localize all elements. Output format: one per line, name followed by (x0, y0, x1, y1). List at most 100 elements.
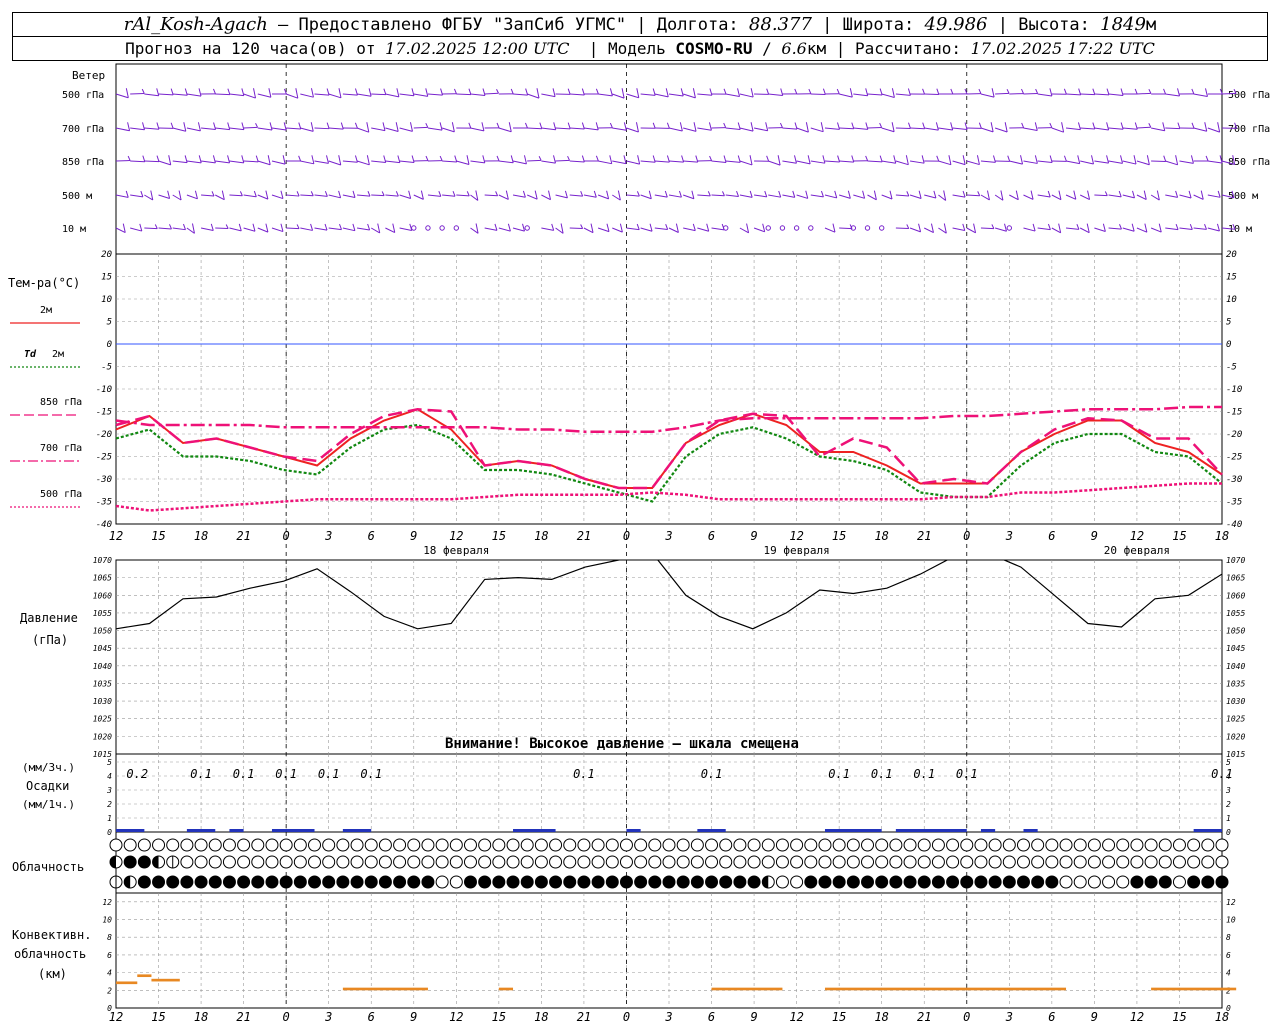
wind-level-right: 10 м (1228, 224, 1252, 235)
cloud-cover-fill (251, 876, 264, 888)
wind-barb-flag (496, 155, 500, 162)
wind-barb-flag (762, 223, 766, 232)
cloud-cover-fill (606, 876, 619, 888)
wind-barb (938, 127, 953, 131)
cloud-cover-mark (1059, 838, 1073, 852)
calm-circle (808, 225, 814, 231)
temp-tick-left: -35 (96, 498, 112, 508)
wind-barb-flag (253, 88, 257, 99)
wind-barb-flag (609, 155, 613, 164)
wind-barb-flag (453, 88, 457, 94)
wind-barb-flag (991, 88, 995, 98)
wind-barb (328, 160, 341, 166)
cloud-cover-mark (1172, 855, 1186, 869)
wind-barb (909, 194, 922, 199)
cloud-cover-mark (1016, 855, 1030, 869)
hour-tick-bottom: 12 (449, 1010, 463, 1024)
precip-unit-3h: (мм/3ч.) (22, 761, 75, 774)
wind-barb (229, 93, 244, 97)
wind-barb-flag (198, 88, 202, 97)
conv-title-2: облачность (14, 947, 86, 961)
conv-segment (824, 987, 1067, 991)
wind-barb (753, 227, 765, 233)
cloud-cover-fill (875, 876, 888, 888)
wind-barb (924, 227, 934, 234)
wind-barb-flag (296, 224, 300, 229)
wind-barb-flag (637, 155, 641, 165)
cloud-cover-mark (1102, 855, 1116, 869)
pressure-title: Давление (20, 611, 78, 625)
conv-segment (711, 987, 783, 991)
wind-barb-flag (1217, 190, 1221, 198)
wind-barb (541, 93, 556, 98)
wind-barb (1122, 127, 1138, 130)
wind-barb-flag (239, 191, 243, 196)
cloud-cover-mark (378, 855, 392, 869)
wind-barb (229, 160, 244, 164)
wind-barb-flag (1148, 88, 1152, 94)
cloud-cover-mark (832, 838, 846, 852)
precip-bar (116, 829, 145, 832)
cloud-cover-mark (137, 838, 151, 852)
pressure-unit: (гПа) (32, 633, 68, 647)
hour-tick-bottom: 3 (324, 1010, 332, 1024)
wind-barb-flag (1104, 191, 1108, 196)
wind-barb (470, 160, 485, 164)
wind-barb-flag (183, 223, 186, 230)
wind-barb (371, 93, 386, 96)
wind-barb-flag (311, 155, 315, 164)
wind-barb-flag (451, 122, 455, 132)
wind-barb (612, 127, 627, 131)
temp-tick-right: -20 (1226, 430, 1242, 440)
temp-tick-right: 15 (1226, 273, 1237, 283)
wind-barb-flag (298, 155, 302, 162)
wind-barb-flag (1102, 223, 1106, 232)
wind-barb (569, 93, 585, 96)
date-label: 20 февраля (1104, 544, 1170, 557)
cloud-cover-mark (1073, 875, 1087, 889)
calm-circle (425, 225, 431, 231)
hour-tick: 0 (623, 529, 630, 543)
hour-tick: 15 (1172, 529, 1186, 543)
cloud-cover-fill (677, 876, 690, 888)
cloud-cover-fill (110, 856, 116, 868)
wind-barb-flag (1076, 223, 1080, 230)
wind-barb (1179, 160, 1194, 164)
wind-barb (583, 194, 597, 198)
wind-barb (768, 93, 783, 97)
wind-barb-flag (666, 122, 670, 129)
cloud-cover-mark (492, 838, 506, 852)
pressure-tick-left: 1060 (93, 591, 112, 600)
cloud-cover-mark (974, 855, 988, 869)
legend-prefix: Td (24, 349, 37, 360)
wind-barb (286, 227, 300, 230)
wind-barb (853, 194, 865, 199)
temp-tick-right: 20 (1226, 250, 1237, 260)
wind-barb-flag (636, 191, 640, 197)
cloud-cover-mark (832, 855, 846, 869)
cloud-cover-mark (449, 838, 463, 852)
wind-barb-flag (606, 190, 610, 199)
cloud-cover-mark (1201, 855, 1215, 869)
wind-barb-flag (552, 88, 556, 97)
wind-barb (768, 194, 781, 198)
cloud-cover-mark (676, 855, 690, 869)
cloud-cover-mark (903, 838, 917, 852)
wind-barb-flag (808, 88, 812, 94)
cloud-cover-mark (790, 838, 804, 852)
wind-barb-flag (280, 190, 284, 199)
precip-3h-label: 0.1 (318, 767, 340, 781)
wind-barb-flag (1120, 88, 1124, 96)
wind-barb-flag (1035, 88, 1039, 94)
wind-barb-flag (1073, 190, 1077, 200)
wind-barb-flag (805, 190, 809, 199)
cloud-cover-mark (449, 875, 463, 889)
pressure-tick-left: 1025 (93, 715, 112, 724)
wind-barb (1065, 127, 1081, 131)
hour-tick: 3 (664, 529, 672, 543)
wind-barb-flag (1148, 123, 1152, 128)
wind-barb (385, 160, 400, 164)
wind-barb-flag (777, 155, 781, 166)
wind-barb (824, 160, 840, 163)
cloud-cover-mark (322, 838, 336, 852)
